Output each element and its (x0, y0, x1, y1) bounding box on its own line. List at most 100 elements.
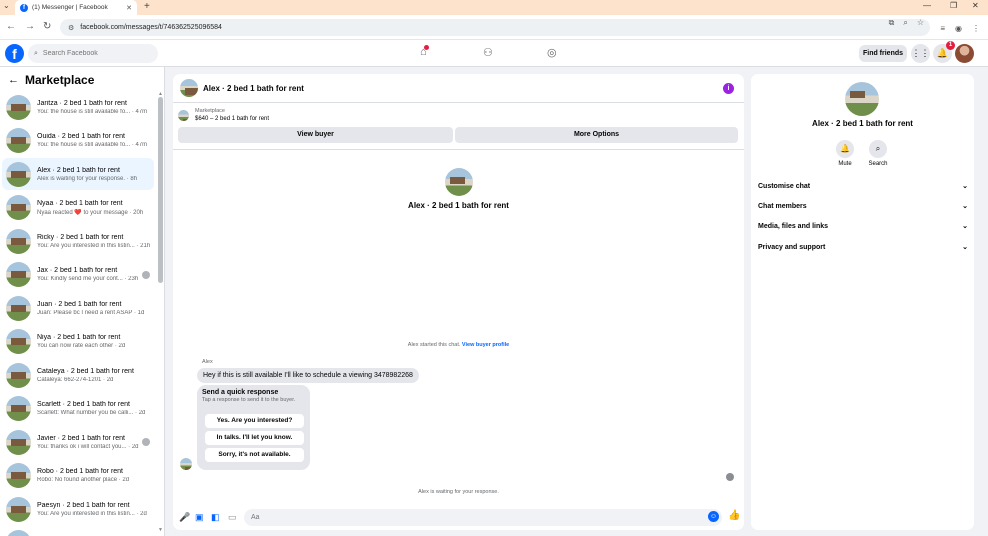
chat-title[interactable]: Alex · 2 bed 1 bath for rent (203, 84, 304, 93)
search-action[interactable]: ⌕ Search (863, 140, 893, 167)
like-thumb-icon[interactable]: 👍 (728, 510, 740, 521)
sender-avatar (180, 458, 192, 470)
conversation-thumbnail (6, 128, 31, 153)
photo-icon[interactable]: ▣ (195, 512, 204, 523)
groups-icon[interactable]: ◎ (547, 46, 557, 59)
close-tab-icon[interactable]: ✕ (126, 4, 132, 12)
info-avatar[interactable] (845, 82, 879, 116)
tab-search-icon[interactable]: ⌄ (3, 1, 10, 10)
notifications-bell-icon[interactable]: 🔔 1 (933, 41, 955, 63)
chat-members-row[interactable]: Chat members ⌄ (758, 197, 968, 215)
conversation-text: Cataleya · 2 bed 1 bath for rent Cataleya… (37, 368, 154, 383)
scroll-down-icon[interactable]: ▼ (158, 527, 163, 533)
view-buyer-profile-link[interactable]: View buyer profile (462, 342, 509, 348)
back-arrow-icon[interactable]: ← (8, 74, 19, 86)
mute-label: Mute (838, 161, 852, 167)
conversation-item[interactable]: Juan · 2 bed 1 bath for rent Juan: Please… (2, 292, 154, 324)
conversation-item[interactable]: Scarlett · 2 bed 1 bath for rent Scarlett… (2, 393, 154, 425)
media-controls-icon[interactable]: ≡ (940, 24, 945, 33)
section-label: Chat members (758, 202, 807, 210)
conversation-thumbnail (6, 94, 31, 120)
media-files-links-row[interactable]: Media, files and links ⌄ (758, 217, 968, 235)
conversation-name: Niya · 2 bed 1 bath for rent (37, 334, 121, 341)
incoming-message[interactable]: Hey if this is still available I'll like… (197, 368, 419, 383)
conversation-item[interactable]: Paesyn · 2 bed 1 bath for rent You: Are y… (2, 493, 154, 525)
menu-grid-icon[interactable]: ⋮⋮ (911, 44, 930, 63)
conversation-item[interactable]: Jaritza · 2 bed 1 bath for rent You: the … (2, 91, 154, 123)
search-input[interactable] (42, 50, 143, 57)
site-info-icon[interactable]: ⚙ (68, 24, 74, 32)
chat-intro: Alex · 2 bed 1 bath for rent (173, 168, 744, 210)
facebook-search[interactable]: ⌕ (28, 44, 158, 63)
conversation-thumbnail (6, 329, 31, 354)
conversation-item[interactable]: Robo · 2 bed 1 bath for rent Robo: No fou… (2, 460, 154, 492)
bookmark-star-icon[interactable]: ☆ (917, 18, 924, 28)
omnibox[interactable]: ⚙ facebook.com/messages/t/7463625250965​… (60, 19, 930, 36)
gif-icon[interactable]: ▭ (228, 512, 237, 523)
conversation-item[interactable]: Nyaa · 2 bed 1 bath for rent Nyaa reacted… (2, 192, 154, 224)
scrollbar[interactable] (158, 97, 163, 283)
restore-icon[interactable]: ❐ (950, 1, 957, 10)
search-icon: ⌕ (34, 49, 38, 57)
quick-response-in-talks[interactable]: In talks. I'll let you know. (205, 431, 304, 445)
conversation-item[interactable]: Alex · 2 bed 1 bath for rent Alex is wait… (2, 158, 154, 190)
listing-title[interactable]: $640 – 2 bed 1 bath for rent (195, 116, 269, 122)
close-window-icon[interactable]: ✕ (972, 1, 979, 10)
install-icon[interactable]: ⧉ (889, 18, 895, 28)
conversation-item[interactable]: Emmanuel Lux · 2 bed 1 bath ... (2, 527, 154, 536)
conversation-name: Juan · 2 bed 1 bath for rent (37, 300, 122, 308)
conversation-text: Nyaa · 2 bed 1 bath for rent Nyaa reacted… (37, 200, 154, 216)
conversation-item[interactable]: Jax · 2 bed 1 bath for rent You: Kindly s… (2, 259, 154, 291)
chevron-down-icon: ⌄ (962, 183, 968, 190)
conversation-thumbnail (6, 429, 31, 455)
listing-thumbnail[interactable] (178, 110, 189, 121)
view-buyer-button[interactable]: View buyer (178, 127, 453, 143)
message-input[interactable] (244, 509, 722, 526)
conversation-text: Ouida · 2 bed 1 bath for rent You: the ho… (37, 133, 154, 148)
quick-response-title: Send a quick response (202, 389, 279, 396)
conversation-name: Javier · 2 bed 1 bath for rent (37, 434, 125, 442)
seen-indicator-icon (726, 473, 734, 481)
friends-icon[interactable]: ⚇ (483, 46, 493, 59)
section-label: Privacy and support (758, 243, 826, 251)
sticker-icon[interactable]: ◧ (211, 512, 220, 523)
quick-response-yes[interactable]: Yes. Are you interested? (205, 414, 304, 428)
marketplace-title: Marketplace (25, 73, 95, 87)
profile-icon[interactable]: ◉ (955, 24, 962, 33)
conversation-item[interactable]: Cataleya · 2 bed 1 bath for rent Cataleya… (2, 359, 154, 391)
back-icon[interactable]: ← (6, 21, 16, 32)
reload-icon[interactable]: ↻ (43, 21, 51, 32)
conversation-item[interactable]: Ouida · 2 bed 1 bath for rent You: the ho… (2, 125, 154, 157)
home-icon[interactable]: ⌂ (420, 45, 429, 58)
privacy-support-row[interactable]: Privacy and support ⌄ (758, 238, 968, 256)
conversation-thumbnail (6, 396, 31, 421)
mute-bell-icon[interactable]: 🔔 (836, 140, 854, 158)
info-icon[interactable]: i (723, 83, 734, 94)
chevron-down-icon: ⌄ (962, 223, 968, 230)
conversation-name: Alex · 2 bed 1 bath for rent (37, 166, 120, 174)
quick-response-sorry[interactable]: Sorry, it's not available. (205, 448, 304, 462)
customise-chat-row[interactable]: Customise chat ⌄ (758, 177, 968, 195)
conversation-item[interactable]: Javier · 2 bed 1 bath for rent You: thank… (2, 426, 154, 458)
conversation-item[interactable]: Ricky · 2 bed 1 bath for rent You: Are yo… (2, 225, 154, 257)
chat-started-notice: Alex started this chat. View buyer profi… (173, 342, 744, 348)
zoom-icon[interactable]: ⌕ (903, 18, 907, 28)
marketplace-header: ← Marketplace (8, 73, 94, 87)
chat-avatar[interactable] (180, 79, 198, 97)
forward-icon[interactable]: → (25, 21, 35, 32)
emoji-icon[interactable]: ☺ (708, 511, 719, 522)
conversation-item[interactable]: Niya · 2 bed 1 bath for rent You can now … (2, 326, 154, 358)
account-avatar[interactable] (955, 44, 974, 63)
chat-window: Alex · 2 bed 1 bath for rent i Marketpla… (173, 74, 744, 530)
mute-action[interactable]: 🔔 Mute (830, 140, 860, 167)
conversation-text: Niya · 2 bed 1 bath for rent You can now … (37, 334, 154, 349)
minimize-icon[interactable]: — (923, 1, 931, 10)
search-icon[interactable]: ⌕ (869, 140, 887, 158)
browser-menu-icon[interactable]: ⋮ (972, 24, 980, 33)
find-friends-button[interactable]: Find friends (859, 45, 907, 62)
microphone-icon[interactable]: 🎤 (179, 512, 190, 523)
new-tab-icon[interactable]: + (144, 1, 150, 12)
facebook-logo-icon[interactable]: f (5, 44, 24, 63)
more-options-button[interactable]: More Options (455, 127, 738, 143)
browser-tab[interactable]: f (1) Messenger | Facebook ✕ (15, 0, 137, 15)
